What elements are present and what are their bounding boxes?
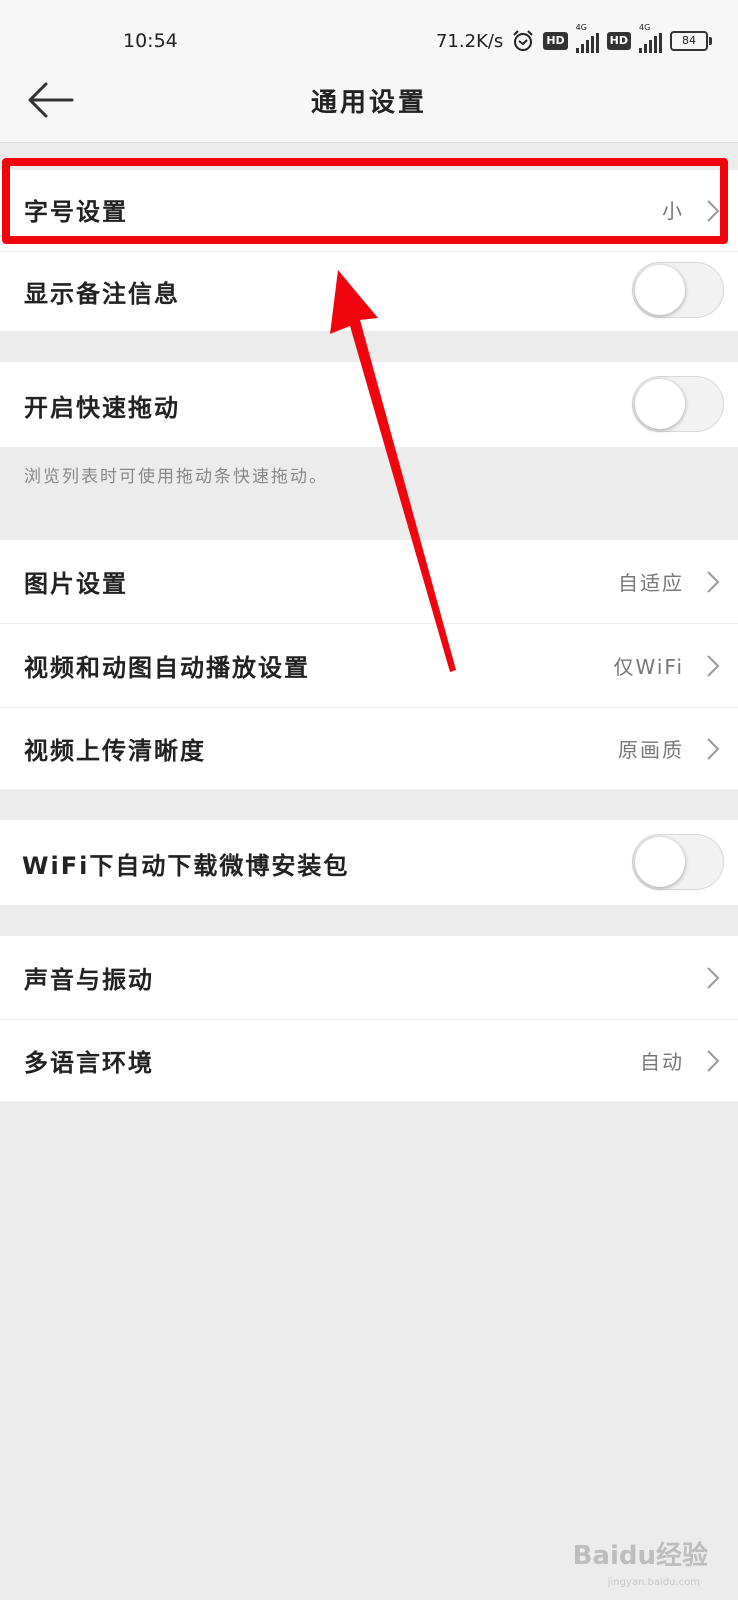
wifi-download-row: WiFi下自动下载微博安装包 (0, 820, 738, 906)
hd-badge: HD (606, 32, 631, 50)
page-title: 通用设置 (310, 88, 427, 118)
upload-quality-value: 原画质 (618, 738, 684, 762)
status-time: 10:54 (123, 30, 178, 52)
font-size-label: 字号设置 (24, 198, 128, 226)
language-value: 自动 (640, 1050, 684, 1074)
wifi-download-label: WiFi下自动下载微博安装包 (22, 852, 350, 880)
watermark-url: jingyan.baidu.com (607, 1577, 700, 1588)
upload-quality-label: 视频上传清晰度 (24, 737, 206, 765)
baidu-watermark: Baidu经验 (572, 1541, 708, 1571)
sound-vibration-label: 声音与振动 (24, 966, 154, 994)
image-settings-value: 自适应 (618, 571, 684, 595)
toggle-knob (635, 379, 685, 429)
status-bar: 10:54 71.2K/s HD 4G HD 4G 84 (0, 0, 738, 80)
signal-icon: 4G (575, 23, 599, 53)
app-header: 通用设置 (0, 80, 738, 143)
hd-badge: HD (543, 32, 568, 50)
fast-drag-label: 开启快速拖动 (24, 394, 180, 422)
chevron-right-icon (707, 571, 720, 593)
toggle-knob (635, 265, 685, 315)
image-settings-label: 图片设置 (24, 570, 128, 598)
chevron-right-icon (707, 967, 720, 989)
fast-drag-toggle[interactable] (632, 376, 724, 432)
chevron-right-icon (707, 1050, 720, 1072)
image-settings-row[interactable]: 图片设置 自适应 (0, 540, 738, 624)
language-row[interactable]: 多语言环境 自动 (0, 1020, 738, 1102)
autoplay-label: 视频和动图自动播放设置 (24, 654, 310, 682)
autoplay-row[interactable]: 视频和动图自动播放设置 仅WiFi (0, 624, 738, 708)
toggle-knob (635, 837, 685, 887)
chevron-right-icon (707, 200, 720, 222)
battery-icon: 84 (670, 31, 712, 51)
sound-vibration-row[interactable]: 声音与振动 (0, 936, 738, 1020)
show-remarks-label: 显示备注信息 (24, 280, 180, 308)
alarm-icon (513, 30, 534, 51)
wifi-download-toggle[interactable] (632, 834, 724, 890)
show-remarks-toggle[interactable] (632, 262, 724, 318)
signal-icon: 4G (639, 23, 662, 53)
chevron-right-icon (707, 655, 720, 677)
font-size-value: 小 (662, 199, 684, 223)
language-label: 多语言环境 (24, 1049, 154, 1077)
autoplay-value: 仅WiFi (613, 655, 684, 679)
upload-quality-row[interactable]: 视频上传清晰度 原画质 (0, 708, 738, 790)
font-size-row[interactable]: 字号设置 小 (0, 170, 738, 252)
chevron-right-icon (707, 738, 720, 760)
fast-drag-hint: 浏览列表时可使用拖动条快速拖动。 (24, 467, 328, 487)
network-speed: 71.2K/s (435, 30, 504, 52)
show-remarks-row: 显示备注信息 (0, 252, 738, 332)
status-icons: 71.2K/s HD 4G HD 4G 84 (435, 23, 712, 54)
fast-drag-row: 开启快速拖动 (0, 362, 738, 448)
